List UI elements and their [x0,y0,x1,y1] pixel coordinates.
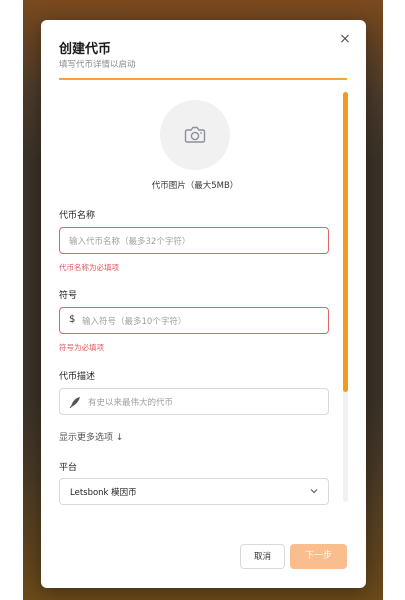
symbol-prefix: $ [69,314,76,325]
modal-subtitle: 填写代币详情以启动 [59,60,136,70]
symbol-placeholder: 输入符号（最多10个字符） [82,317,187,327]
token-name-label: 代币名称 [59,211,96,221]
token-image-label: 代币图片（最大5MB） [151,181,239,191]
close-icon[interactable]: × [338,32,352,46]
scrollbar-thumb[interactable] [343,92,348,392]
next-step-button[interactable]: 下一步 [290,544,347,569]
symbol-label: 符号 [59,291,78,301]
description-input[interactable]: 有史以来最伟大的代币 [59,388,329,415]
header-divider [59,78,347,80]
platform-select[interactable]: Letsbonk 模因币 [59,478,329,505]
token-name-placeholder: 输入代币名称（最多32个字符） [69,237,191,247]
platform-selected-value: Letsbonk 模因币 [70,488,137,498]
show-more-options-link[interactable]: 显示更多选项 ↓ [59,430,123,443]
description-placeholder: 有史以来最伟大的代币 [88,398,174,408]
platform-label: 平台 [59,463,78,473]
description-label: 代币描述 [59,372,96,382]
token-name-input[interactable]: 输入代币名称（最多32个字符） [59,227,329,254]
feather-icon [69,397,80,408]
camera-icon [184,126,206,143]
token-image-upload[interactable] [160,100,230,170]
modal-title: 创建代币 [59,42,112,57]
create-token-modal: 创建代币 填写代币详情以启动 × 代币图片（最大5MB） 代币名称 输入代币名称… [41,20,366,588]
symbol-error: 符号为必填项 [59,343,104,352]
symbol-input[interactable]: $ 输入符号（最多10个字符） [59,307,329,334]
cancel-button[interactable]: 取消 [240,544,285,569]
chevron-down-icon [310,489,318,494]
token-name-error: 代币名称为必填项 [59,263,119,272]
